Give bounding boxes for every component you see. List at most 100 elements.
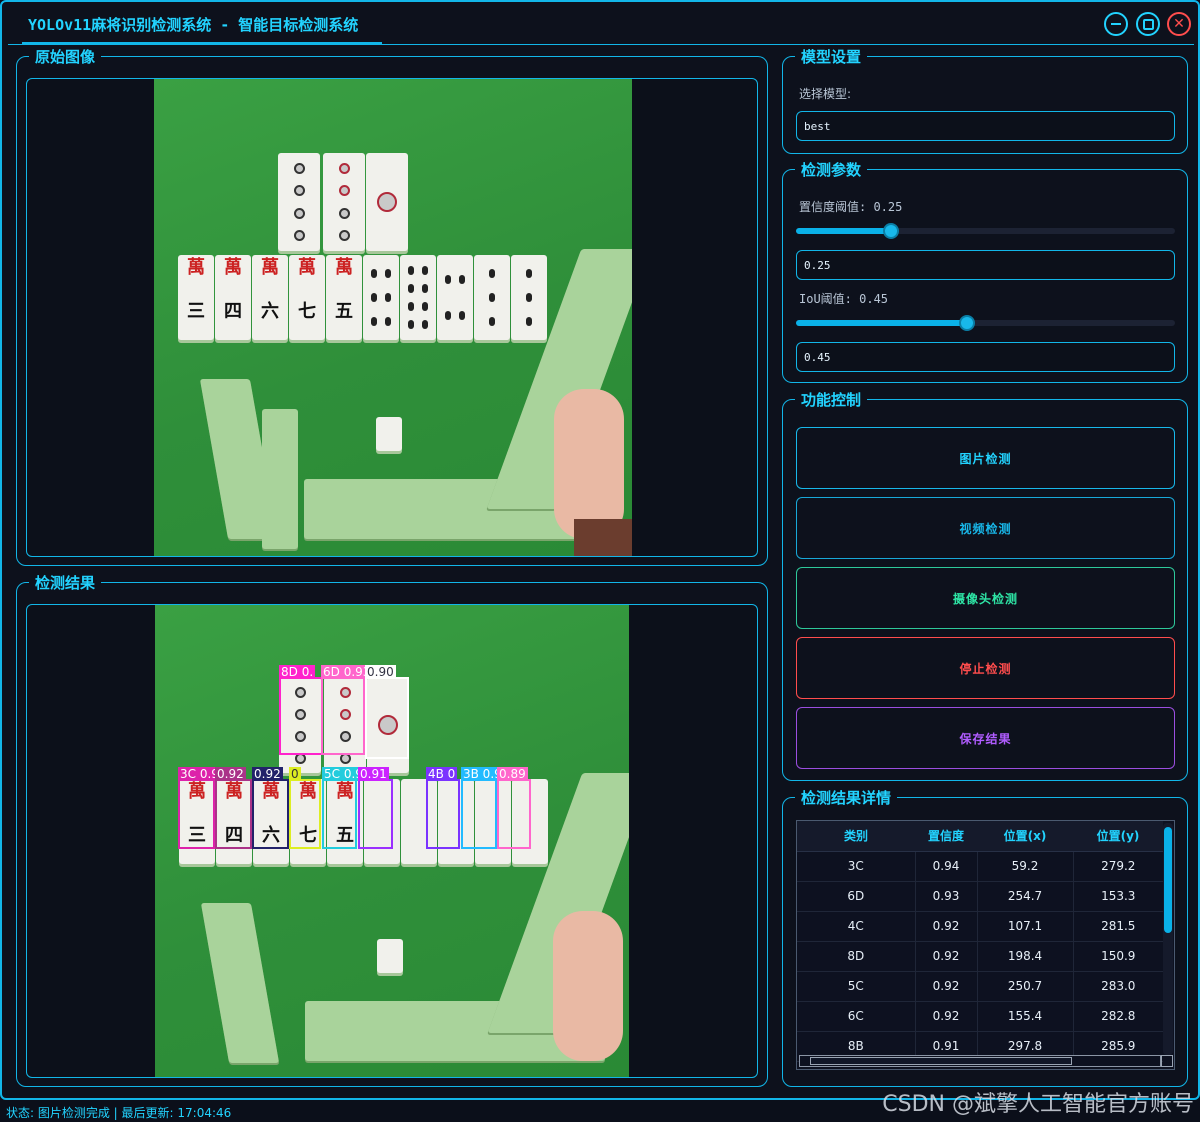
maximize-button[interactable]	[1136, 12, 1160, 36]
original-image-group: 原始图像 萬三 萬四 萬六 萬七 萬五	[16, 46, 768, 566]
confidence-slider[interactable]	[796, 223, 1175, 239]
window-title: YOLOv11麻将识别检测系统 - 智能目标检测系统	[28, 16, 359, 34]
iou-input[interactable]: 0.45	[796, 342, 1175, 372]
detection-box: 4B 0	[426, 767, 460, 849]
results-table-container[interactable]: 类别 置信度 位置(x) 位置(y) 3C 0.94 59.2 279.2 6D	[796, 820, 1175, 1070]
minimize-button[interactable]	[1104, 12, 1128, 36]
iou-slider-handle[interactable]	[959, 315, 975, 331]
model-select[interactable]: best	[796, 111, 1175, 141]
stop-detect-button[interactable]: 停止检测	[796, 637, 1175, 699]
detection-box: 5C 0.92	[322, 767, 373, 849]
watermark: CSDN @斌擎人工智能官方账号	[882, 1092, 1194, 1117]
close-icon: ✕	[1173, 16, 1185, 32]
vertical-scrollbar-thumb[interactable]	[1164, 827, 1172, 933]
controls-group: 功能控制 图片检测 视频检测 摄像头检测 停止检测 保存结果	[782, 389, 1188, 781]
vertical-scrollbar[interactable]	[1163, 823, 1173, 1055]
iou-slider-fill	[796, 320, 967, 326]
close-button[interactable]: ✕	[1167, 12, 1191, 36]
table-cell: 4C	[797, 911, 916, 942]
model-settings-group: 模型设置 选择模型: best	[782, 46, 1188, 154]
detection-label: 0.89	[497, 767, 528, 781]
table-cell: 0.94	[915, 851, 978, 882]
original-image-frame: 萬三 萬四 萬六 萬七 萬五	[26, 78, 758, 557]
horizontal-scrollbar-thumb[interactable]	[810, 1057, 1072, 1065]
detection-box: 0.92	[252, 767, 289, 849]
table-cell: 0.92	[915, 1001, 978, 1032]
table-cell: 198.4	[977, 941, 1074, 972]
table-cell: 254.7	[977, 881, 1074, 912]
detection-params-title: 检测参数	[795, 159, 868, 180]
table-row[interactable]: 8D 0.92 198.4 150.9	[797, 941, 1163, 972]
column-header-confidence[interactable]: 置信度	[915, 821, 977, 852]
app-window: YOLOv11麻将识别检测系统 - 智能目标检测系统 ✕ 原始图像 萬 三 萬 …	[0, 0, 1200, 1100]
result-image-group: 检测结果 萬三 萬四 萬六 萬七 萬五 8D 0. 6D 0.93 0.90 3…	[16, 572, 768, 1087]
detection-box: 0.90	[365, 665, 409, 759]
detection-box: 0	[289, 767, 321, 849]
table-row[interactable]: 6D 0.93 254.7 153.3	[797, 881, 1163, 912]
original-image: 萬三 萬四 萬六 萬七 萬五	[154, 79, 632, 556]
result-image: 萬三 萬四 萬六 萬七 萬五 8D 0. 6D 0.93 0.90 3C 0.9…	[155, 605, 629, 1077]
detection-box: 0.92	[215, 767, 252, 849]
confidence-input[interactable]: 0.25	[796, 250, 1175, 280]
table-cell: 279.2	[1073, 851, 1163, 882]
minimize-icon	[1111, 23, 1121, 25]
table-cell: 283.0	[1073, 971, 1163, 1002]
results-table: 类别 置信度 位置(x) 位置(y) 3C 0.94 59.2 279.2 6D	[797, 821, 1163, 1062]
controls-title: 功能控制	[795, 389, 868, 410]
table-cell: 250.7	[977, 971, 1074, 1002]
table-cell: 153.3	[1073, 881, 1163, 912]
detection-box: 8D 0.	[279, 665, 323, 755]
title-bar: YOLOv11麻将识别检测系统 - 智能目标检测系统 ✕	[8, 8, 1194, 45]
confidence-slider-handle[interactable]	[883, 223, 899, 239]
video-detect-button[interactable]: 视频检测	[796, 497, 1175, 559]
iou-label: IoU阈值: 0.45	[799, 292, 889, 306]
table-cell: 0.92	[915, 941, 978, 972]
detection-label: 8D 0.	[279, 665, 316, 679]
model-select-label: 选择模型:	[799, 87, 852, 101]
table-cell: 8D	[797, 941, 916, 972]
column-header-x[interactable]: 位置(x)	[977, 821, 1073, 852]
status-bar: 状态: 图片检测完成 | 最后更新: 17:04:46	[6, 1106, 232, 1120]
table-row[interactable]: 5C 0.92 250.7 283.0	[797, 971, 1163, 1002]
save-result-button[interactable]: 保存结果	[796, 707, 1175, 769]
image-detect-button[interactable]: 图片检测	[796, 427, 1175, 489]
table-cell: 155.4	[977, 1001, 1074, 1032]
scrollbar-corner	[1161, 1055, 1173, 1067]
detection-label: 0.91	[358, 767, 389, 781]
detection-label: 4B 0	[426, 767, 458, 781]
title-divider	[8, 44, 1194, 45]
detection-label: 0.92	[252, 767, 283, 781]
result-image-title: 检测结果	[29, 572, 102, 593]
column-header-class[interactable]: 类别	[797, 821, 915, 852]
table-header-row: 类别 置信度 位置(x) 位置(y)	[797, 821, 1163, 852]
detection-label: 0.92	[215, 767, 246, 781]
iou-slider[interactable]	[796, 315, 1175, 331]
result-image-frame: 萬三 萬四 萬六 萬七 萬五 8D 0. 6D 0.93 0.90 3C 0.9…	[26, 604, 758, 1078]
camera-detect-button[interactable]: 摄像头检测	[796, 567, 1175, 629]
original-image-title: 原始图像	[29, 46, 102, 67]
table-row[interactable]: 6C 0.92 155.4 282.8	[797, 1001, 1163, 1032]
confidence-slider-fill	[796, 228, 891, 234]
detection-label: 0	[289, 767, 301, 781]
title-accent-line	[22, 42, 382, 44]
table-cell: 3C	[797, 851, 916, 882]
horizontal-scrollbar[interactable]	[799, 1055, 1161, 1067]
table-row[interactable]: 3C 0.94 59.2 279.2	[797, 851, 1163, 882]
table-cell: 281.5	[1073, 911, 1163, 942]
table-cell: 59.2	[977, 851, 1074, 882]
table-cell: 150.9	[1073, 941, 1163, 972]
detection-box: 6D 0.93	[321, 665, 373, 755]
results-table-title: 检测结果详情	[795, 787, 898, 808]
detection-box: 0.91	[358, 767, 393, 849]
table-cell: 5C	[797, 971, 916, 1002]
model-settings-title: 模型设置	[795, 46, 868, 67]
column-header-y[interactable]: 位置(y)	[1073, 821, 1163, 852]
table-cell: 6C	[797, 1001, 916, 1032]
table-cell: 6D	[797, 881, 916, 912]
detection-box: 3B 0.90	[461, 767, 512, 849]
detection-box: 0.89	[497, 767, 531, 849]
table-row[interactable]: 4C 0.92 107.1 281.5	[797, 911, 1163, 942]
table-cell: 0.92	[915, 971, 978, 1002]
table-cell: 0.92	[915, 911, 978, 942]
table-cell: 282.8	[1073, 1001, 1163, 1032]
